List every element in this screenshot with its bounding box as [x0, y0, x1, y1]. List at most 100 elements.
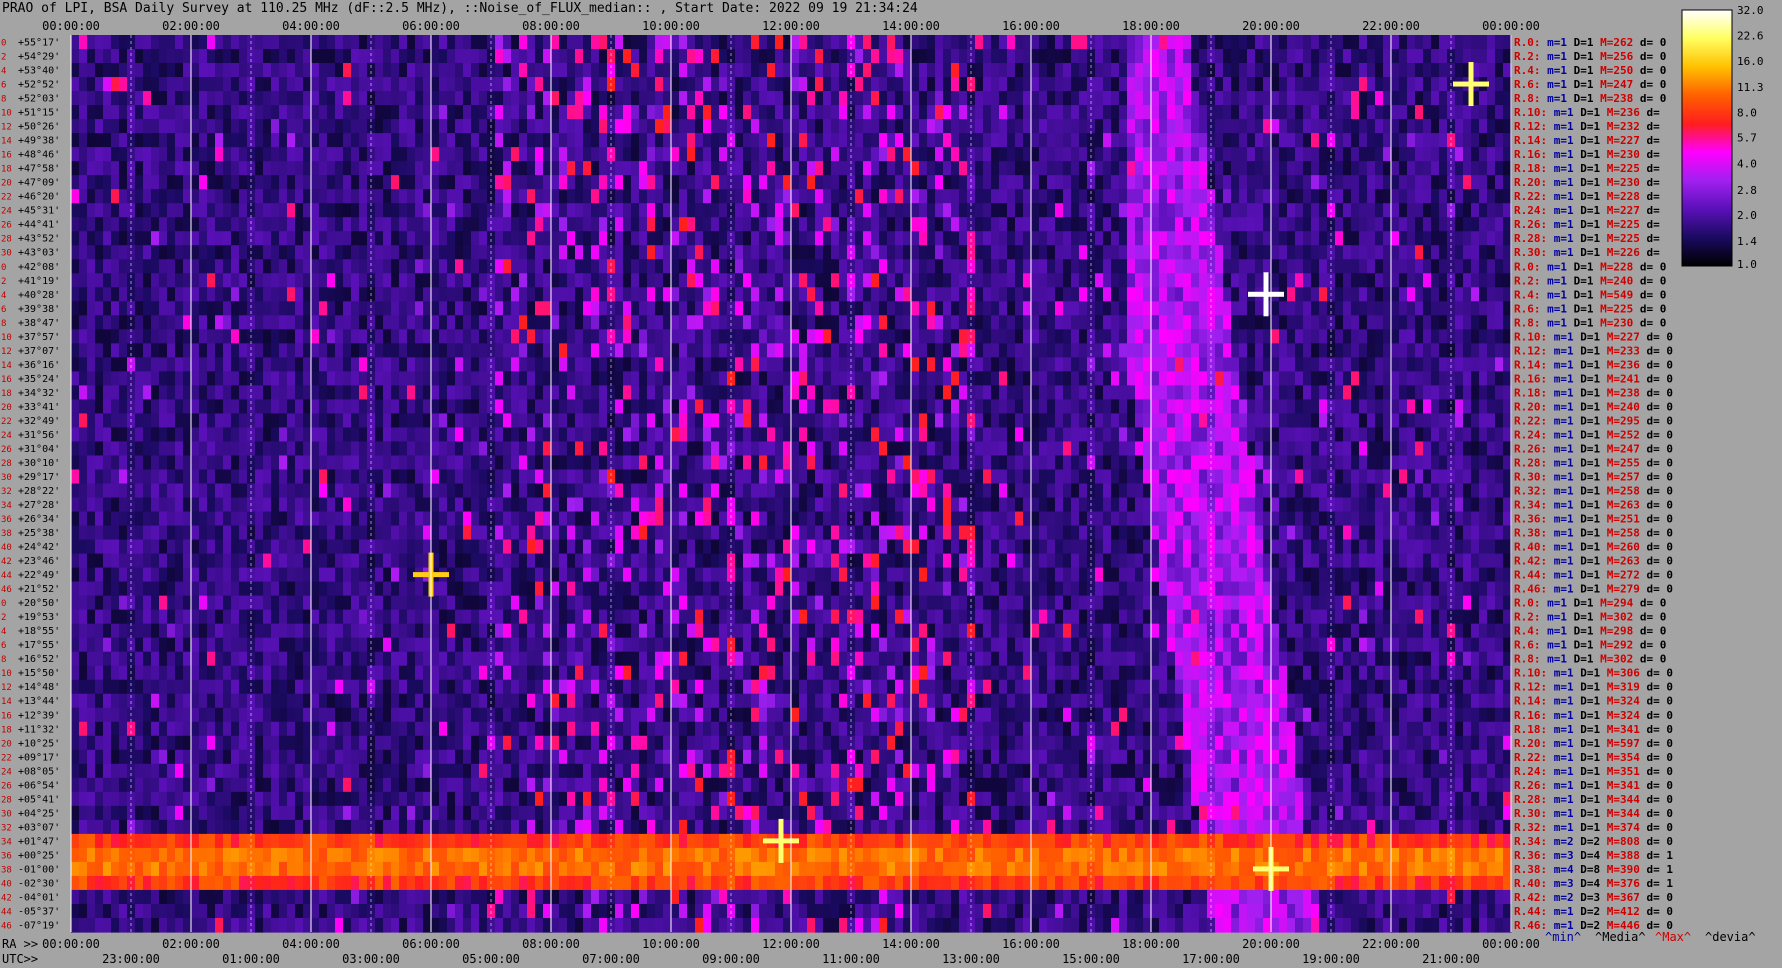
heat-cell: [631, 91, 640, 106]
heat-cell: [1423, 161, 1432, 176]
heat-cell: [1111, 35, 1120, 50]
heat-cell: [1031, 35, 1040, 50]
heat-cell: [887, 105, 896, 120]
heat-cell: [623, 63, 632, 78]
heat-cell: [383, 77, 392, 92]
heat-cell: [551, 301, 560, 316]
heat-cell: [503, 189, 512, 204]
heat-cell: [423, 49, 432, 64]
heat-cell: [263, 357, 272, 372]
heat-cell: [263, 413, 272, 429]
heat-cell: [1471, 385, 1480, 401]
heat-cell: [711, 105, 720, 120]
heat-cell: [527, 399, 536, 415]
heat-cell: [239, 357, 248, 372]
heat-cell: [1127, 63, 1136, 78]
heat-cell: [1023, 133, 1032, 148]
heat-cell: [911, 175, 920, 190]
heat-cell: [943, 385, 952, 401]
heat-cell: [215, 119, 224, 134]
heat-cell: [591, 287, 600, 302]
heat-cell: [1055, 329, 1064, 344]
heat-cell: [415, 105, 424, 120]
heat-cell: [439, 399, 448, 415]
heat-cell: [335, 91, 344, 106]
heat-cell: [647, 245, 656, 260]
heat-cell: [1023, 301, 1032, 316]
heat-cell: [719, 371, 728, 386]
heat-cell: [991, 301, 1000, 316]
heat-cell: [631, 357, 640, 372]
heat-cell: [567, 315, 576, 330]
heat-cell: [175, 35, 184, 50]
heat-cell: [407, 105, 416, 120]
heat-cell: [1303, 63, 1312, 78]
heat-cell: [1007, 231, 1016, 246]
heat-cell: [655, 77, 664, 92]
heat-cell: [1415, 287, 1424, 302]
heat-cell: [1199, 189, 1208, 204]
heat-cell: [407, 343, 416, 358]
heat-cell: [951, 259, 960, 274]
heat-cell: [1455, 133, 1464, 148]
heat-cell: [567, 231, 576, 246]
heat-cell: [519, 315, 528, 330]
heat-cell: [455, 231, 464, 246]
heat-cell: [119, 413, 128, 429]
heat-cell: [1255, 91, 1264, 106]
heat-cell: [207, 147, 216, 162]
heat-cell: [479, 315, 488, 330]
heat-cell: [1007, 273, 1016, 288]
heat-cell: [695, 413, 704, 429]
heat-cell: [1471, 119, 1480, 134]
heat-cell: [615, 343, 624, 358]
heat-cell: [119, 385, 128, 401]
heat-cell: [1047, 329, 1056, 344]
heat-cell: [1175, 189, 1184, 204]
heat-cell: [1047, 287, 1056, 302]
heat-cell: [1271, 245, 1280, 260]
heat-cell: [1015, 91, 1024, 106]
heat-cell: [231, 63, 240, 78]
heat-cell: [87, 49, 96, 64]
heat-cell: [1471, 301, 1480, 316]
heat-cell: [1119, 385, 1128, 401]
heat-cell: [319, 49, 328, 64]
heat-cell: [711, 371, 720, 386]
heat-cell: [951, 399, 960, 415]
heat-cell: [1415, 175, 1424, 190]
heat-cell: [359, 413, 368, 429]
heat-cell: [631, 231, 640, 246]
heat-cell: [639, 357, 648, 372]
heat-cell: [1103, 189, 1112, 204]
heat-cell: [791, 35, 800, 50]
heat-cell: [1487, 63, 1496, 78]
heat-cell: [1255, 217, 1264, 232]
heat-cell: [791, 329, 800, 344]
heat-cell: [639, 315, 648, 330]
heat-cell: [559, 105, 568, 120]
heat-cell: [111, 259, 120, 274]
heat-cell: [1103, 245, 1112, 260]
heat-cell: [759, 217, 768, 232]
heat-cell: [1271, 77, 1280, 92]
heat-cell: [343, 133, 352, 148]
heat-cell: [431, 245, 440, 260]
heat-cell: [183, 189, 192, 204]
heat-cell: [1391, 189, 1400, 204]
heat-cell: [103, 203, 112, 218]
heat-cell: [887, 119, 896, 134]
heat-cell: [639, 301, 648, 316]
heat-cell: [271, 63, 280, 78]
heat-cell: [1359, 329, 1368, 344]
heat-cell: [439, 203, 448, 218]
heat-cell: [951, 329, 960, 344]
heat-cell: [303, 287, 312, 302]
heat-cell: [1407, 147, 1416, 162]
heat-cell: [1495, 357, 1504, 372]
heat-cell: [391, 399, 400, 415]
heat-cell: [1375, 385, 1384, 401]
heat-cell: [807, 133, 816, 148]
heat-cell: [495, 315, 504, 330]
heat-cell: [759, 133, 768, 148]
